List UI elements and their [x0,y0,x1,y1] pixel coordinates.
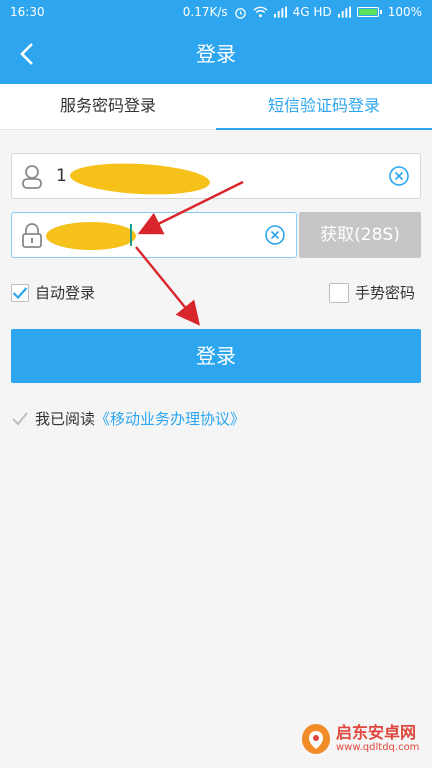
arrow-to-login-button [135,246,201,326]
status-bar: 16:30 0.17K/s 4G HD 100% [0,0,432,24]
get-code-button[interactable]: 获取(28S) [299,212,421,258]
login-button[interactable]: 登录 [11,329,421,383]
gesture-password-option[interactable]: 手势密码 [329,282,415,303]
alarm-icon [234,7,246,19]
tab-service-password-login[interactable]: 服务密码登录 [0,84,216,129]
title-bar: 登录 [0,24,432,84]
network-type: 4G HD [292,5,332,19]
page-title: 登录 [196,42,236,66]
signal-icon [337,6,351,18]
battery-icon [356,7,382,17]
clear-phone-button[interactable] [388,165,410,187]
gesture-password-checkbox[interactable] [329,282,349,303]
login-tabs: 服务密码登录 短信验证码登录 [0,84,432,130]
auto-login-label: 自动登录 [35,284,96,302]
agreement-link[interactable]: 《移动业务办理协议》 [95,408,245,429]
auto-login-option[interactable]: 自动登录 [11,282,95,303]
auto-login-checkbox[interactable] [11,283,29,302]
watermark-logo-icon [302,724,330,754]
wifi-icon [253,6,268,18]
phone-value: 1 [56,166,67,186]
phone-field[interactable]: 1 [11,153,421,199]
watermark: 启东安卓网 www.qdltdq.com [300,722,419,756]
status-indicators: 0.17K/s 4G HD 100% [183,5,422,19]
redacted-phone-scribble [69,160,211,198]
lock-icon [20,223,44,253]
text-cursor [130,224,132,246]
watermark-url: www.qdltdq.com [336,742,420,753]
user-icon [20,164,44,194]
status-time: 16:30 [10,5,45,19]
clear-icon [265,225,285,245]
clear-icon [389,166,409,186]
clear-code-button[interactable] [264,224,286,246]
redacted-code-scribble [46,222,136,250]
battery-level: 100% [387,5,422,19]
gesture-password-label: 手势密码 [355,284,416,302]
watermark-name: 启东安卓网 [336,723,417,742]
check-icon [12,286,28,299]
agreement-prefix: 我已阅读 [35,410,96,428]
network-speed: 0.17K/s [182,5,228,19]
sms-code-field[interactable] [11,212,297,258]
check-icon [12,411,28,425]
signal-icon [273,6,287,18]
tab-sms-code-login[interactable]: 短信验证码登录 [216,84,432,130]
agreement-checkbox[interactable] [11,410,29,428]
agreement-row: 我已阅读 《移动业务办理协议》 [11,408,245,429]
